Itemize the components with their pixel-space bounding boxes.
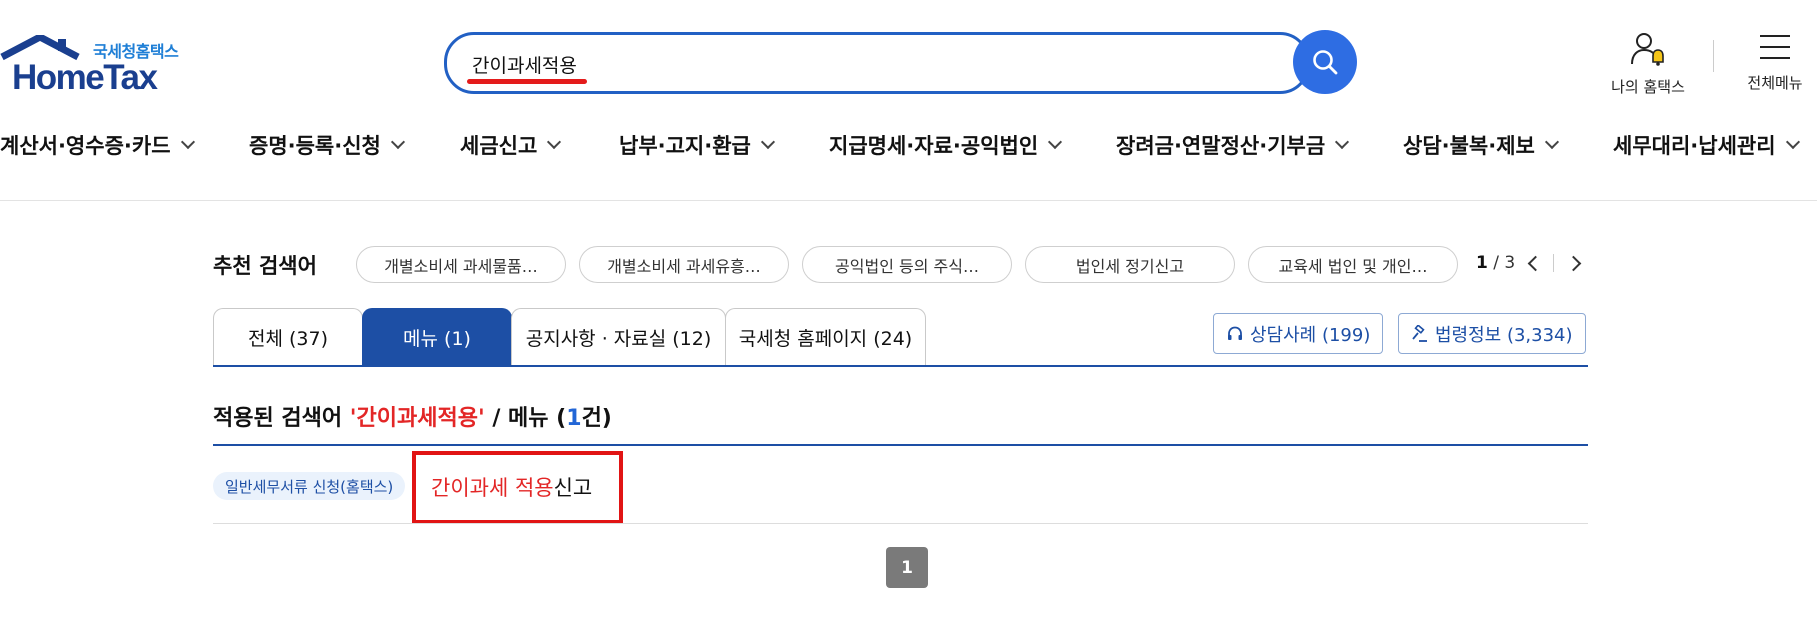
result-divider <box>213 444 1588 446</box>
all-menu-button[interactable]: 전체메뉴 <box>1735 30 1815 93</box>
result-link-rest: 신고 <box>553 476 593 500</box>
chevron-down-icon <box>547 134 562 150</box>
chevron-down-icon <box>390 134 405 150</box>
nav-item-certificates[interactable]: 증명·등록·신청 <box>249 130 405 160</box>
search-input[interactable]: 간이과세적용 <box>444 32 1310 94</box>
recommended-chip[interactable]: 법인세 정기신고 <box>1025 246 1235 283</box>
nav-item-receipts[interactable]: 계산서·영수증·카드 <box>0 130 195 160</box>
recommended-chip[interactable]: 공익법인 등의 주식… <box>802 246 1012 283</box>
my-hometax-label: 나의 홈택스 <box>1611 78 1685 96</box>
search-icon <box>1313 50 1338 75</box>
gavel-icon <box>1412 324 1427 342</box>
hamburger-icon <box>1760 35 1790 59</box>
recommended-chip[interactable]: 교육세 법인 및 개인… <box>1248 246 1458 283</box>
page: 국세청홈택스 HomeTax 간이과세적용 나의 홈택스 전체메뉴 계산서·영수… <box>0 0 1817 642</box>
pager-total: / 3 <box>1493 253 1516 273</box>
tab-notices[interactable]: 공지사항 · 자료실 (12) <box>511 308 726 366</box>
search-query-text: 간이과세적용 <box>472 55 577 77</box>
law-info-button[interactable]: 법령정보 (3,334) <box>1398 313 1586 354</box>
chevron-down-icon <box>1048 134 1063 150</box>
consult-cases-label: 상담사례 (199) <box>1250 324 1371 346</box>
nav-item-tax-filing[interactable]: 세금신고 <box>460 130 562 160</box>
chevron-down-icon <box>760 134 775 150</box>
nav-divider <box>0 200 1817 201</box>
search-button[interactable] <box>1293 30 1357 94</box>
result-link-highlight: 간이과세 적용 <box>431 476 554 500</box>
nav-item-statements[interactable]: 지급명세·자료·공익법인 <box>829 130 1063 160</box>
category-badge: 일반세무서류 신청(홈택스) <box>213 472 406 500</box>
nav-item-label: 장려금·연말정산·기부금 <box>1116 134 1326 158</box>
tabs-underline <box>213 365 1588 367</box>
result-menu-link[interactable]: 간이과세 적용신고 <box>431 472 592 502</box>
tab-menu[interactable]: 메뉴 (1) <box>362 308 512 366</box>
law-info-label: 법령정보 (3,334) <box>1435 324 1573 346</box>
result-bottom-divider <box>213 523 1588 524</box>
result-count: 1 <box>566 406 582 431</box>
headset-icon <box>1228 326 1242 340</box>
search-query-underline <box>467 79 587 84</box>
nav-item-label: 계산서·영수증·카드 <box>0 134 171 158</box>
nav-item-payment[interactable]: 납부·고지·환급 <box>619 130 775 160</box>
pager-divider <box>1553 254 1554 272</box>
nav-item-incentives[interactable]: 장려금·연말정산·기부금 <box>1116 130 1350 160</box>
pager-current: 1 <box>1476 253 1488 273</box>
chevron-left-icon[interactable] <box>1527 255 1544 272</box>
tab-all[interactable]: 전체 (37) <box>213 308 363 366</box>
result-suffix: 건) <box>581 406 612 431</box>
nav-item-tax-agent[interactable]: 세무대리·납세관리 <box>1613 130 1800 160</box>
header-divider <box>1713 40 1714 72</box>
result-prefix: 적용된 검색어 <box>213 406 350 431</box>
my-hometax-button[interactable]: 나의 홈택스 <box>1603 30 1693 97</box>
chevron-down-icon <box>1335 134 1350 150</box>
nav-item-label: 세무대리·납세관리 <box>1613 134 1776 158</box>
logo-title: HomeTax <box>12 58 158 97</box>
recommended-pager: 1 / 3 <box>1476 253 1515 273</box>
nav-item-label: 세금신고 <box>460 134 538 158</box>
tab-nts-homepage[interactable]: 국세청 홈페이지 (24) <box>725 308 926 366</box>
nav-item-consulting[interactable]: 상담·불복·제보 <box>1403 130 1559 160</box>
nav-item-label: 상담·불복·제보 <box>1403 134 1535 158</box>
all-menu-label: 전체메뉴 <box>1747 74 1803 92</box>
consult-cases-button[interactable]: 상담사례 (199) <box>1213 313 1384 354</box>
result-keyword: '간이과세적용' <box>349 406 485 431</box>
chevron-down-icon <box>180 134 195 150</box>
result-middle: / 메뉴 ( <box>484 406 567 431</box>
nav-item-label: 증명·등록·신청 <box>249 134 381 158</box>
chevron-down-icon <box>1785 134 1800 150</box>
chevron-down-icon <box>1544 134 1559 150</box>
nav-item-label: 납부·고지·환급 <box>619 134 751 158</box>
chevron-right-icon[interactable] <box>1565 255 1582 272</box>
recommended-title: 추천 검색어 <box>213 254 317 278</box>
page-1-button[interactable]: 1 <box>886 547 928 588</box>
nav-item-label: 지급명세·자료·공익법인 <box>829 134 1039 158</box>
result-summary: 적용된 검색어 '간이과세적용' / 메뉴 (1건) <box>213 400 612 432</box>
recommended-chip[interactable]: 개별소비세 과세유흥… <box>579 246 789 283</box>
main-navigation: 계산서·영수증·카드 증명·등록·신청 세금신고 납부·고지·환급 지급명세·자… <box>0 130 1817 170</box>
user-bell-icon <box>1631 33 1664 66</box>
recommended-chip[interactable]: 개별소비세 과세물품… <box>356 246 566 283</box>
